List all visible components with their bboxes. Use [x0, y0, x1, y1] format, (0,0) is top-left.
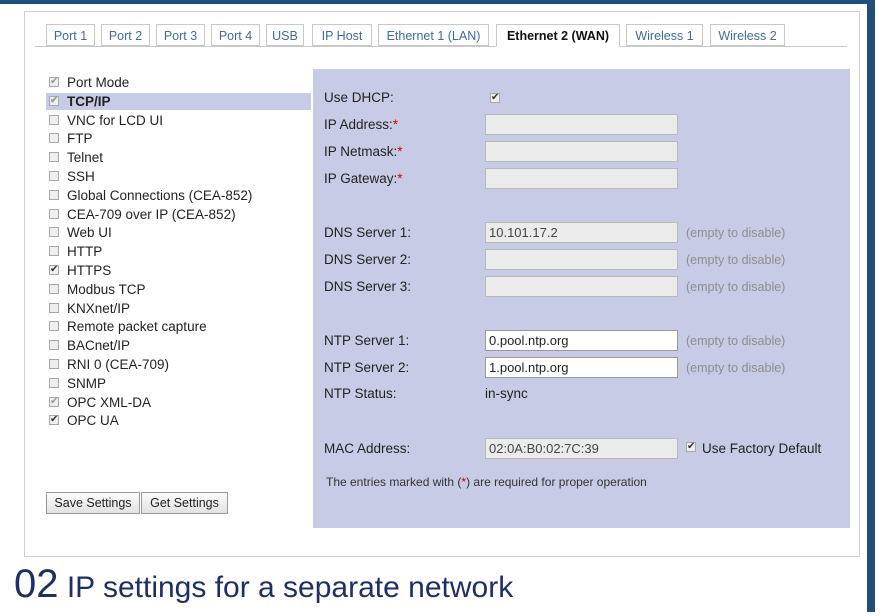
tab-port-2[interactable]: Port 2	[101, 24, 150, 46]
tab-usb[interactable]: USB	[266, 24, 304, 46]
use-factory-default-checkbox[interactable]: ✔	[686, 442, 696, 452]
list-item-https[interactable]: ✔ HTTPS	[46, 262, 311, 279]
ip-netmask-label: IP Netmask:*	[324, 144, 403, 159]
ntp-server-1-field[interactable]: 0.pool.ntp.org	[485, 330, 678, 351]
caption-number: 02	[14, 562, 59, 606]
dns-server-1-hint: (empty to disable)	[686, 226, 786, 240]
dns-server-3-hint: (empty to disable)	[686, 280, 786, 294]
checkbox-rni-0[interactable]	[49, 359, 59, 369]
checkbox-modbus-tcp[interactable]	[49, 284, 59, 294]
ip-address-label: IP Address:*	[324, 117, 399, 132]
ntp-server-2-label: NTP Server 2:	[324, 360, 410, 375]
tab-wireless-2[interactable]: Wireless 2	[710, 24, 785, 46]
checkbox-global-connections[interactable]	[49, 190, 59, 200]
caption-text: IP settings for a separate network	[58, 571, 514, 604]
list-item-modbus-tcp[interactable]: Modbus TCP	[46, 281, 311, 298]
list-item-web-ui[interactable]: Web UI	[46, 224, 311, 241]
tab-ip-host[interactable]: IP Host	[312, 24, 372, 46]
tab-port-4[interactable]: Port 4	[211, 24, 260, 46]
save-settings-button[interactable]: Save Settings	[46, 492, 140, 514]
list-item-snmp[interactable]: SNMP	[46, 375, 311, 392]
tab-wireless-1[interactable]: Wireless 1	[626, 24, 703, 46]
dns-server-3-label: DNS Server 3:	[324, 279, 412, 294]
tab-ethernet-2-wan[interactable]: Ethernet 2 (WAN)	[496, 24, 620, 47]
checkbox-http[interactable]	[49, 246, 59, 256]
ntp-server-1-label: NTP Server 1:	[324, 333, 410, 348]
dns-server-3-field[interactable]	[485, 276, 678, 297]
checkbox-ftp[interactable]	[49, 133, 59, 143]
list-item-telnet[interactable]: Telnet	[46, 149, 311, 166]
required-footnote: The entries marked with (*) are required…	[326, 475, 647, 489]
tcp-ip-settings-form: Use DHCP: ✔ IP Address:* IP Netmask:* IP…	[313, 69, 850, 528]
ip-gateway-label: IP Gateway:*	[324, 171, 403, 186]
dns-server-1-field[interactable]: 10.101.17.2	[485, 222, 678, 243]
checkbox-cea-709-over-ip[interactable]	[49, 209, 59, 219]
list-item-knxnet-ip[interactable]: KNXnet/IP	[46, 300, 311, 317]
list-item-vnc-for-lcd-ui[interactable]: VNC for LCD UI	[46, 112, 311, 129]
ntp-status-label: NTP Status:	[324, 386, 397, 401]
list-item-ssh[interactable]: SSH	[46, 168, 311, 185]
use-dhcp-label: Use DHCP:	[324, 90, 394, 105]
ntp-server-2-field[interactable]: 1.pool.ntp.org	[485, 357, 678, 378]
required-marker: *	[397, 144, 403, 159]
list-item-tcp-ip[interactable]: ✔ TCP/IP	[46, 93, 311, 110]
required-marker: *	[397, 171, 403, 186]
list-item-rni-0[interactable]: RNI 0 (CEA-709)	[46, 356, 311, 373]
dns-server-2-label: DNS Server 2:	[324, 252, 412, 267]
use-factory-default-label: Use Factory Default	[702, 441, 822, 456]
list-item-opc-ua[interactable]: ✔ OPC UA	[46, 412, 311, 429]
checkbox-tcp-ip[interactable]: ✔	[49, 96, 59, 106]
checkbox-remote-packet-capture[interactable]	[49, 321, 59, 331]
tab-port-1[interactable]: Port 1	[46, 24, 95, 46]
ip-address-field[interactable]	[485, 114, 678, 135]
mac-address-label: MAC Address:	[324, 441, 411, 456]
tab-ethernet-1-lan[interactable]: Ethernet 1 (LAN)	[378, 24, 489, 46]
tab-port-3[interactable]: Port 3	[156, 24, 205, 46]
figure-caption: 02 IP settings for a separate network	[14, 564, 513, 608]
checkbox-telnet[interactable]	[49, 152, 59, 162]
list-item-ftp[interactable]: FTP	[46, 130, 311, 147]
required-marker: *	[392, 117, 399, 132]
ntp-status-value: in-sync	[485, 386, 528, 401]
checkbox-https[interactable]: ✔	[49, 265, 59, 275]
dns-server-2-field[interactable]	[485, 249, 678, 270]
list-item-opc-xml-da[interactable]: ✔ OPC XML-DA	[46, 394, 311, 411]
checkbox-opc-ua[interactable]: ✔	[49, 415, 59, 425]
use-dhcp-checkbox[interactable]: ✔	[490, 93, 500, 103]
checkbox-snmp[interactable]	[49, 378, 59, 388]
list-item-port-mode[interactable]: ✔ Port Mode	[46, 74, 311, 91]
list-item-remote-packet-capture[interactable]: Remote packet capture	[46, 318, 311, 335]
checkbox-ssh[interactable]	[49, 171, 59, 181]
ntp-server-2-hint: (empty to disable)	[686, 361, 786, 375]
ntp-server-1-hint: (empty to disable)	[686, 334, 786, 348]
ip-netmask-field[interactable]	[485, 141, 678, 162]
dns-server-2-hint: (empty to disable)	[686, 253, 786, 267]
checkbox-bacnet-ip[interactable]	[49, 340, 59, 350]
ip-gateway-field[interactable]	[485, 168, 678, 189]
checkbox-opc-xml-da[interactable]: ✔	[49, 397, 59, 407]
checkbox-port-mode[interactable]: ✔	[49, 77, 59, 87]
checkbox-knxnet-ip[interactable]	[49, 303, 59, 313]
checkbox-web-ui[interactable]	[49, 227, 59, 237]
list-item-cea-709-over-ip[interactable]: CEA-709 over IP (CEA-852)	[46, 206, 311, 223]
list-item-bacnet-ip[interactable]: BACnet/IP	[46, 337, 311, 354]
list-item-http[interactable]: HTTP	[46, 243, 311, 260]
mac-address-field[interactable]: 02:0A:B0:02:7C:39	[485, 438, 678, 459]
get-settings-button[interactable]: Get Settings	[141, 492, 228, 514]
list-item-global-connections[interactable]: Global Connections (CEA-852)	[46, 187, 311, 204]
dns-server-1-label: DNS Server 1:	[324, 225, 412, 240]
checkbox-vnc-for-lcd-ui[interactable]	[49, 115, 59, 125]
